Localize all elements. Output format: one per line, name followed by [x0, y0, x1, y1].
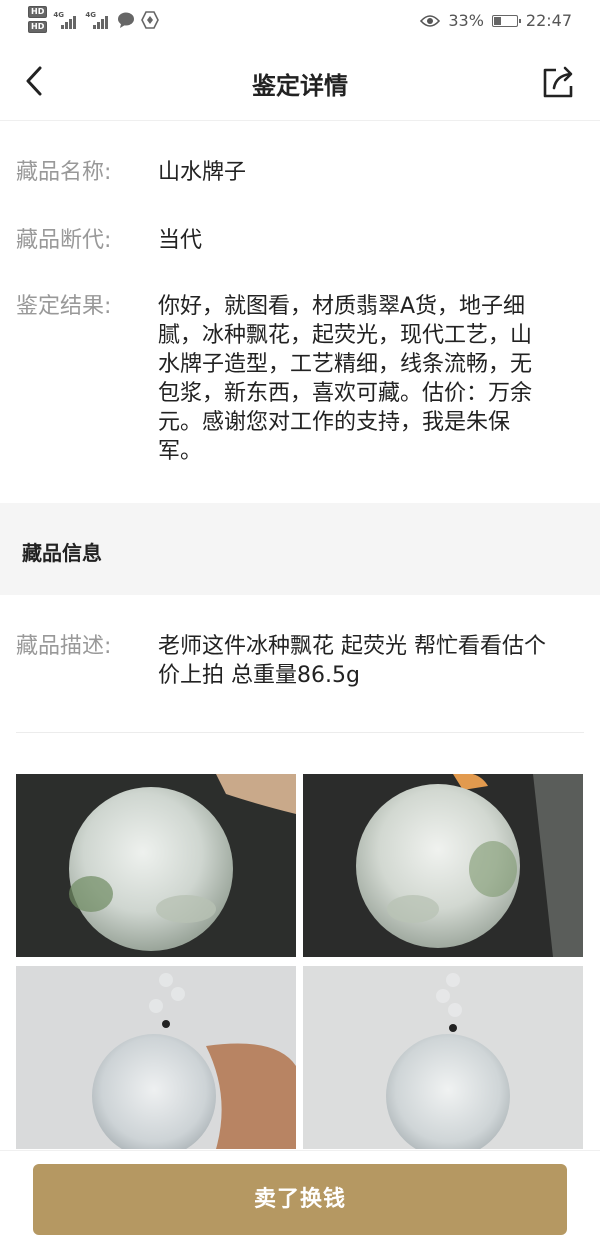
section-title: 藏品信息: [22, 541, 102, 565]
sell-button[interactable]: 卖了换钱: [33, 1164, 567, 1235]
eye-icon: [420, 14, 441, 27]
hd-badge-2: HD: [28, 21, 48, 33]
description-value: 老师这件冰种飘花 起荧光 帮忙看看估个价上拍 总重量86.5g: [158, 634, 546, 688]
app-header: 鉴定详情: [0, 44, 600, 121]
photo-3[interactable]: [16, 966, 296, 1149]
page-title: 鉴定详情: [252, 72, 348, 100]
collection-era-row: 藏品断代: 当代: [16, 226, 586, 255]
clock: 22:47: [525, 11, 572, 30]
battery-fill: [493, 16, 501, 25]
appraisal-result-label: 鉴定结果:: [16, 294, 112, 319]
status-bar: HD HD 4G 4G 33% 22:47: [0, 0, 600, 44]
collection-name-label: 藏品名称:: [16, 160, 112, 185]
battery-percent: 33%: [448, 11, 484, 30]
divider: [16, 732, 584, 733]
description-row: 藏品描述: 老师这件冰种飘花 起荧光 帮忙看看估个价上拍 总重量86.5g: [16, 632, 586, 690]
signal-icon-1: 4G: [53, 11, 79, 29]
shield-icon: [141, 10, 160, 29]
appraisal-result-value: 你好，就图看，材质翡翠A货，地子细腻，冰种飘花，起荧光，现代工艺，山水牌子造型，…: [158, 294, 533, 464]
signal-icon-2: 4G: [85, 11, 111, 29]
photo-2[interactable]: [303, 774, 583, 957]
chat-icon: [118, 12, 135, 28]
status-left: HD HD 4G 4G: [28, 6, 160, 33]
bottom-bar: 卖了换钱: [0, 1150, 600, 1245]
photo-1[interactable]: [16, 774, 296, 957]
collection-name-value: 山水牌子: [158, 160, 247, 185]
collection-info-section: 藏品信息: [0, 503, 600, 595]
status-right: 33% 22:47: [420, 11, 572, 30]
hd-badge-1: HD: [28, 6, 48, 18]
collection-era-value: 当代: [158, 228, 203, 253]
collection-name-row: 藏品名称: 山水牌子: [16, 158, 586, 187]
appraisal-result-row: 鉴定结果: 你好，就图看，材质翡翠A货，地子细腻，冰种飘花，起荧光，现代工艺，山…: [16, 292, 586, 466]
battery-icon: [491, 14, 521, 27]
photo-4[interactable]: [303, 966, 583, 1149]
description-label: 藏品描述:: [16, 634, 112, 659]
share-icon[interactable]: [540, 64, 576, 100]
collection-era-label: 藏品断代:: [16, 228, 112, 253]
